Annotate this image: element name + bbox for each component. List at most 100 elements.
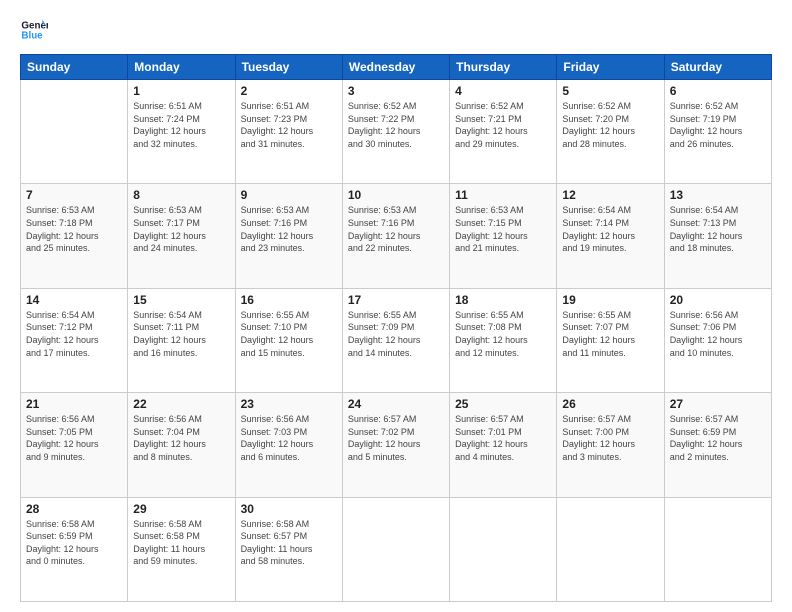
- calendar-cell: 19 Sunrise: 6:55 AM Sunset: 7:07 PM Dayli…: [557, 288, 664, 392]
- calendar-cell: 13 Sunrise: 6:54 AM Sunset: 7:13 PM Dayli…: [664, 184, 771, 288]
- calendar-cell: 7 Sunrise: 6:53 AM Sunset: 7:18 PM Daylig…: [21, 184, 128, 288]
- calendar-cell: [342, 497, 449, 601]
- calendar-cell: 23 Sunrise: 6:56 AM Sunset: 7:03 PM Dayli…: [235, 393, 342, 497]
- calendar-cell: 17 Sunrise: 6:55 AM Sunset: 7:09 PM Dayli…: [342, 288, 449, 392]
- calendar-cell: 14 Sunrise: 6:54 AM Sunset: 7:12 PM Dayli…: [21, 288, 128, 392]
- day-header-friday: Friday: [557, 55, 664, 80]
- calendar-cell: 5 Sunrise: 6:52 AM Sunset: 7:20 PM Daylig…: [557, 80, 664, 184]
- calendar-cell: [557, 497, 664, 601]
- cell-info: Sunrise: 6:58 AM Sunset: 6:57 PM Dayligh…: [241, 518, 337, 568]
- day-number: 2: [241, 84, 337, 98]
- day-header-tuesday: Tuesday: [235, 55, 342, 80]
- calendar-cell: 15 Sunrise: 6:54 AM Sunset: 7:11 PM Dayli…: [128, 288, 235, 392]
- day-number: 21: [26, 397, 122, 411]
- day-number: 4: [455, 84, 551, 98]
- calendar-cell: 8 Sunrise: 6:53 AM Sunset: 7:17 PM Daylig…: [128, 184, 235, 288]
- day-number: 12: [562, 188, 658, 202]
- cell-info: Sunrise: 6:53 AM Sunset: 7:18 PM Dayligh…: [26, 204, 122, 254]
- day-number: 6: [670, 84, 766, 98]
- cell-info: Sunrise: 6:53 AM Sunset: 7:16 PM Dayligh…: [348, 204, 444, 254]
- cell-info: Sunrise: 6:54 AM Sunset: 7:13 PM Dayligh…: [670, 204, 766, 254]
- day-number: 1: [133, 84, 229, 98]
- day-number: 11: [455, 188, 551, 202]
- calendar-cell: 21Sunrise: 6:56 AM Sunset: 7:05 PM Dayli…: [21, 393, 128, 497]
- calendar-cell: 29 Sunrise: 6:58 AM Sunset: 6:58 PM Dayli…: [128, 497, 235, 601]
- cell-info: Sunrise: 6:52 AM Sunset: 7:20 PM Dayligh…: [562, 100, 658, 150]
- calendar-cell: 9 Sunrise: 6:53 AM Sunset: 7:16 PM Daylig…: [235, 184, 342, 288]
- calendar-cell: 3 Sunrise: 6:52 AM Sunset: 7:22 PM Daylig…: [342, 80, 449, 184]
- day-number: 3: [348, 84, 444, 98]
- logo: General Blue: [20, 16, 50, 44]
- day-number: 28: [26, 502, 122, 516]
- calendar-cell: [21, 80, 128, 184]
- calendar-cell: 10 Sunrise: 6:53 AM Sunset: 7:16 PM Dayli…: [342, 184, 449, 288]
- calendar-cell: 12 Sunrise: 6:54 AM Sunset: 7:14 PM Dayli…: [557, 184, 664, 288]
- day-number: 27: [670, 397, 766, 411]
- day-number: 8: [133, 188, 229, 202]
- day-number: 10: [348, 188, 444, 202]
- cell-info: Sunrise: 6:57 AM Sunset: 7:02 PM Dayligh…: [348, 413, 444, 463]
- day-number: 26: [562, 397, 658, 411]
- day-number: 14: [26, 293, 122, 307]
- cell-info: Sunrise: 6:56 AM Sunset: 7:03 PM Dayligh…: [241, 413, 337, 463]
- calendar-cell: 20 Sunrise: 6:56 AM Sunset: 7:06 PM Dayli…: [664, 288, 771, 392]
- calendar-cell: 1 Sunrise: 6:51 AM Sunset: 7:24 PM Daylig…: [128, 80, 235, 184]
- calendar-cell: 30 Sunrise: 6:58 AM Sunset: 6:57 PM Dayli…: [235, 497, 342, 601]
- cell-info: Sunrise: 6:52 AM Sunset: 7:22 PM Dayligh…: [348, 100, 444, 150]
- day-number: 30: [241, 502, 337, 516]
- cell-info: Sunrise: 6:54 AM Sunset: 7:12 PM Dayligh…: [26, 309, 122, 359]
- day-header-sunday: Sunday: [21, 55, 128, 80]
- svg-text:Blue: Blue: [21, 30, 43, 41]
- cell-info: Sunrise: 6:56 AM Sunset: 7:06 PM Dayligh…: [670, 309, 766, 359]
- cell-info: Sunrise: 6:53 AM Sunset: 7:17 PM Dayligh…: [133, 204, 229, 254]
- calendar-cell: 24 Sunrise: 6:57 AM Sunset: 7:02 PM Dayli…: [342, 393, 449, 497]
- day-header-thursday: Thursday: [450, 55, 557, 80]
- day-number: 24: [348, 397, 444, 411]
- cell-info: Sunrise: 6:53 AM Sunset: 7:15 PM Dayligh…: [455, 204, 551, 254]
- calendar: SundayMondayTuesdayWednesdayThursdayFrid…: [20, 54, 772, 602]
- day-number: 19: [562, 293, 658, 307]
- day-number: 20: [670, 293, 766, 307]
- calendar-cell: 6 Sunrise: 6:52 AM Sunset: 7:19 PM Daylig…: [664, 80, 771, 184]
- cell-info: Sunrise: 6:53 AM Sunset: 7:16 PM Dayligh…: [241, 204, 337, 254]
- day-number: 22: [133, 397, 229, 411]
- calendar-cell: 28 Sunrise: 6:58 AM Sunset: 6:59 PM Dayli…: [21, 497, 128, 601]
- day-number: 13: [670, 188, 766, 202]
- day-number: 9: [241, 188, 337, 202]
- calendar-cell: 27 Sunrise: 6:57 AM Sunset: 6:59 PM Dayli…: [664, 393, 771, 497]
- cell-info: Sunrise: 6:57 AM Sunset: 6:59 PM Dayligh…: [670, 413, 766, 463]
- day-number: 29: [133, 502, 229, 516]
- calendar-cell: [664, 497, 771, 601]
- calendar-cell: [450, 497, 557, 601]
- day-header-monday: Monday: [128, 55, 235, 80]
- day-number: 16: [241, 293, 337, 307]
- cell-info: Sunrise: 6:52 AM Sunset: 7:19 PM Dayligh…: [670, 100, 766, 150]
- cell-info: Sunrise: 6:58 AM Sunset: 6:58 PM Dayligh…: [133, 518, 229, 568]
- calendar-cell: 25 Sunrise: 6:57 AM Sunset: 7:01 PM Dayli…: [450, 393, 557, 497]
- calendar-cell: 11 Sunrise: 6:53 AM Sunset: 7:15 PM Dayli…: [450, 184, 557, 288]
- day-number: 7: [26, 188, 122, 202]
- cell-info: Sunrise: 6:55 AM Sunset: 7:09 PM Dayligh…: [348, 309, 444, 359]
- cell-info: Sunrise: 6:55 AM Sunset: 7:10 PM Dayligh…: [241, 309, 337, 359]
- day-number: 25: [455, 397, 551, 411]
- cell-info: Sunrise: 6:54 AM Sunset: 7:14 PM Dayligh…: [562, 204, 658, 254]
- cell-info: Sunrise: 6:51 AM Sunset: 7:24 PM Dayligh…: [133, 100, 229, 150]
- calendar-cell: 2 Sunrise: 6:51 AM Sunset: 7:23 PM Daylig…: [235, 80, 342, 184]
- cell-info: Sunrise: 6:58 AM Sunset: 6:59 PM Dayligh…: [26, 518, 122, 568]
- cell-info: Sunrise: 6:55 AM Sunset: 7:07 PM Dayligh…: [562, 309, 658, 359]
- cell-info: Sunrise: 6:57 AM Sunset: 7:01 PM Dayligh…: [455, 413, 551, 463]
- calendar-cell: 4Sunrise: 6:52 AM Sunset: 7:21 PM Daylig…: [450, 80, 557, 184]
- calendar-cell: 16 Sunrise: 6:55 AM Sunset: 7:10 PM Dayli…: [235, 288, 342, 392]
- day-number: 18: [455, 293, 551, 307]
- cell-info: Sunrise: 6:51 AM Sunset: 7:23 PM Dayligh…: [241, 100, 337, 150]
- cell-info: Sunrise: 6:55 AM Sunset: 7:08 PM Dayligh…: [455, 309, 551, 359]
- calendar-cell: 18 Sunrise: 6:55 AM Sunset: 7:08 PM Dayli…: [450, 288, 557, 392]
- cell-info: Sunrise: 6:54 AM Sunset: 7:11 PM Dayligh…: [133, 309, 229, 359]
- day-number: 17: [348, 293, 444, 307]
- day-number: 15: [133, 293, 229, 307]
- day-header-saturday: Saturday: [664, 55, 771, 80]
- cell-info: Sunrise: 6:57 AM Sunset: 7:00 PM Dayligh…: [562, 413, 658, 463]
- day-number: 5: [562, 84, 658, 98]
- day-number: 23: [241, 397, 337, 411]
- cell-info: Sunrise: 6:56 AM Sunset: 7:04 PM Dayligh…: [133, 413, 229, 463]
